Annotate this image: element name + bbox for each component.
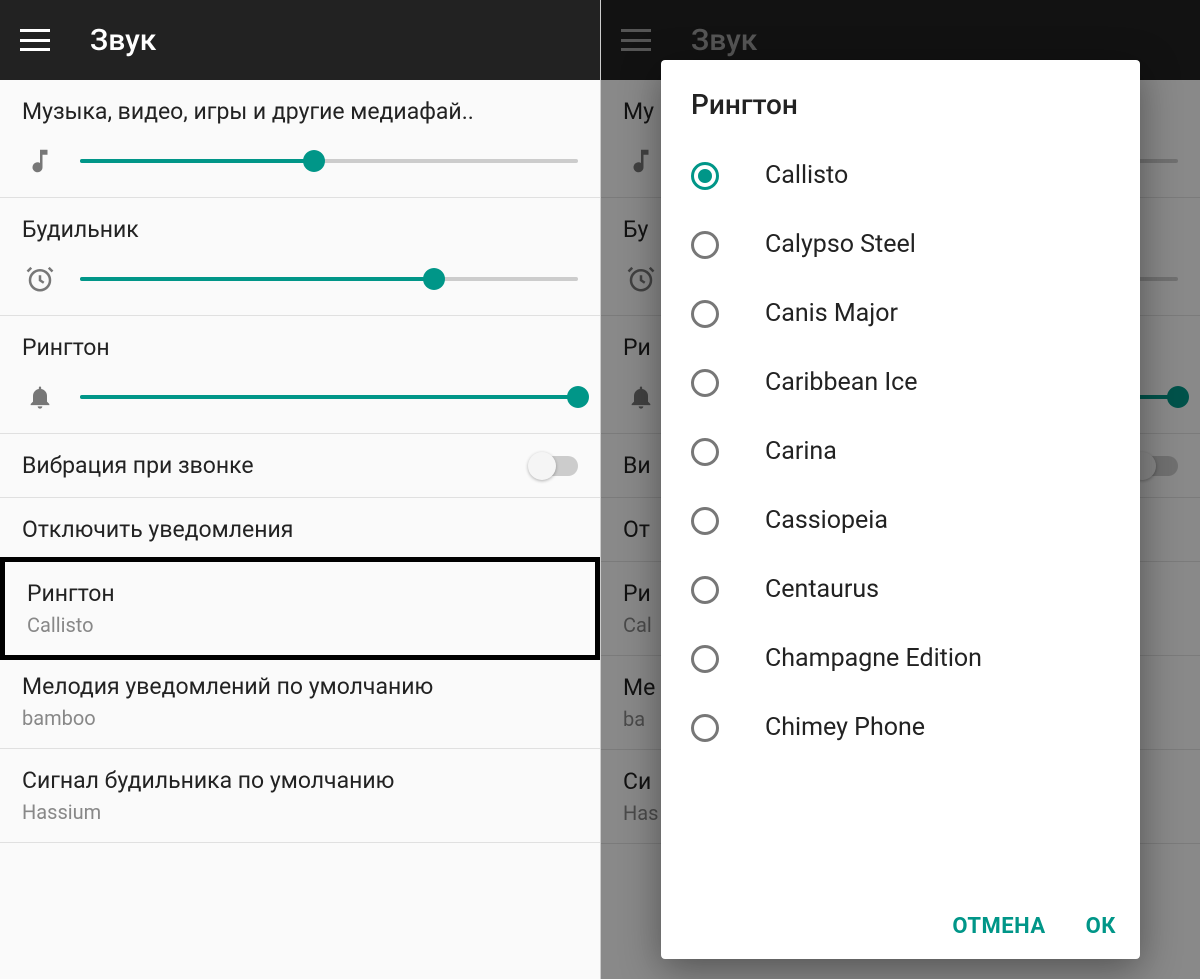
ringtone-option-label: Cassiopeia [765, 506, 888, 535]
alarm-sound-row[interactable]: Сигнал будильника по умолчанию Hassium [0, 749, 600, 843]
radio-icon [691, 645, 719, 673]
dnd-label: Отключить уведомления [22, 516, 578, 543]
ok-button[interactable]: ОК [1086, 914, 1116, 939]
ringtone-dialog: Рингтон Callisto Calypso Steel Canis Major… [661, 60, 1140, 959]
vibrate-on-call-row[interactable]: Вибрация при звонке [0, 434, 600, 498]
media-volume-label: Музыка, видео, игры и другие медиафай.. [22, 98, 578, 125]
ringtone-option[interactable]: Callisto [661, 141, 1140, 210]
ringtone-option[interactable]: Calypso Steel [661, 210, 1140, 279]
ringtone-option-label: Callisto [765, 161, 848, 190]
radio-icon [691, 714, 719, 742]
notification-sound-label: Мелодия уведомлений по умолчанию [22, 673, 578, 700]
ringtone-option-label: Carina [765, 437, 837, 466]
ringtone-option[interactable]: Canis Major [661, 279, 1140, 348]
menu-icon[interactable] [20, 29, 50, 51]
radio-icon [691, 231, 719, 259]
alarm-volume-row: Будильник [0, 198, 600, 316]
alarm-sound-label: Сигнал будильника по умолчанию [22, 767, 578, 794]
ringtone-option-label: Calypso Steel [765, 230, 916, 259]
ringtone-picker-label: Рингтон [27, 580, 573, 607]
settings-pane-left: Звук Музыка, видео, игры и другие медиаф… [0, 0, 600, 979]
ringtone-option-list: Callisto Calypso Steel Canis Major Caribbea… [661, 141, 1140, 898]
media-volume-row: Музыка, видео, игры и другие медиафай.. [0, 80, 600, 198]
appbar-title: Звук [90, 23, 156, 58]
ringtone-option-label: Canis Major [765, 299, 898, 328]
alarm-sound-value: Hassium [22, 800, 578, 824]
dnd-row[interactable]: Отключить уведомления [0, 498, 600, 562]
ringtone-option-label: Centaurus [765, 575, 879, 604]
bell-icon [22, 379, 58, 415]
settings-pane-right: Звук Му Бу Ри Ви От РиCal Меba СиHas Рин… [600, 0, 1200, 979]
vibrate-on-call-label: Вибрация при звонке [22, 452, 254, 479]
vibrate-switch[interactable] [530, 456, 578, 476]
cancel-button[interactable]: ОТМЕНА [952, 914, 1045, 939]
appbar: Звук [0, 0, 600, 80]
media-volume-slider[interactable] [80, 149, 578, 173]
alarm-clock-icon [22, 261, 58, 297]
dialog-actions: ОТМЕНА ОК [661, 898, 1140, 959]
ringtone-picker-value: Callisto [27, 613, 573, 637]
music-note-icon [22, 143, 58, 179]
ringtone-option[interactable]: Caribbean Ice [661, 348, 1140, 417]
settings-list: Музыка, видео, игры и другие медиафай.. … [0, 80, 600, 843]
radio-icon [691, 162, 719, 190]
dialog-title: Рингтон [661, 60, 1140, 141]
alarm-volume-slider[interactable] [80, 267, 578, 291]
radio-icon [691, 438, 719, 466]
ringtone-volume-row: Рингтон [0, 316, 600, 434]
ringtone-option-label: Chimey Phone [765, 713, 925, 742]
radio-icon [691, 507, 719, 535]
radio-icon [691, 576, 719, 604]
ringtone-volume-label: Рингтон [22, 334, 578, 361]
ringtone-volume-slider[interactable] [80, 385, 578, 409]
notification-sound-row[interactable]: Мелодия уведомлений по умолчанию bamboo [0, 655, 600, 749]
radio-icon [691, 300, 719, 328]
ringtone-option[interactable]: Carina [661, 417, 1140, 486]
ringtone-option[interactable]: Cassiopeia [661, 486, 1140, 555]
notification-sound-value: bamboo [22, 706, 578, 730]
radio-icon [691, 369, 719, 397]
ringtone-option-label: Champagne Edition [765, 644, 982, 673]
ringtone-picker-row[interactable]: Рингтон Callisto [0, 557, 600, 660]
alarm-volume-label: Будильник [22, 216, 578, 243]
ringtone-option[interactable]: Champagne Edition [661, 624, 1140, 693]
ringtone-option-label: Caribbean Ice [765, 368, 918, 397]
ringtone-option[interactable]: Centaurus [661, 555, 1140, 624]
ringtone-option[interactable]: Chimey Phone [661, 693, 1140, 762]
